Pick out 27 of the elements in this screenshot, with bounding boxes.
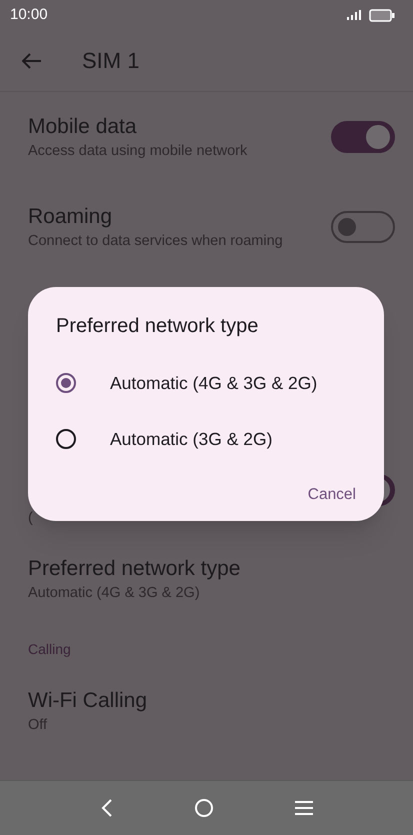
status-time: 10:00 xyxy=(10,4,48,25)
battery-icon xyxy=(369,8,395,22)
toggle-switch[interactable] xyxy=(331,211,395,243)
signal-icon xyxy=(347,10,363,20)
dialog-title: Preferred network type xyxy=(56,314,260,339)
setting-summary: Off xyxy=(28,716,48,735)
cancel-button[interactable]: Cancel xyxy=(302,477,362,512)
radio-option[interactable]: Automatic (3G & 2G) xyxy=(56,411,356,467)
radio-option[interactable]: Automatic (4G & 3G & 2G) xyxy=(56,355,356,411)
setting-title: Wi-Fi Calling xyxy=(28,688,148,714)
home-icon[interactable] xyxy=(194,798,214,818)
section-header: Calling xyxy=(28,640,71,659)
menu-icon[interactable] xyxy=(294,801,312,815)
setting-summary: ( xyxy=(28,509,34,528)
screen-title: SIM 1 xyxy=(82,47,140,75)
setting-title: Preferred network type xyxy=(28,556,242,582)
back-icon[interactable] xyxy=(100,798,112,818)
back-arrow-icon[interactable] xyxy=(22,52,42,68)
option-label: Automatic (4G & 3G & 2G) xyxy=(110,372,318,395)
toggle-switch[interactable] xyxy=(331,121,395,153)
radio-button[interactable] xyxy=(56,373,76,393)
option-label: Automatic (3G & 2G) xyxy=(110,428,272,451)
radio-button[interactable] xyxy=(56,429,76,449)
setting-title: Roaming xyxy=(28,204,114,230)
setting-title: Mobile data xyxy=(28,114,138,140)
setting-summary: Connect to data services when roaming xyxy=(28,232,284,251)
setting-summary: Access data using mobile network xyxy=(28,142,248,161)
